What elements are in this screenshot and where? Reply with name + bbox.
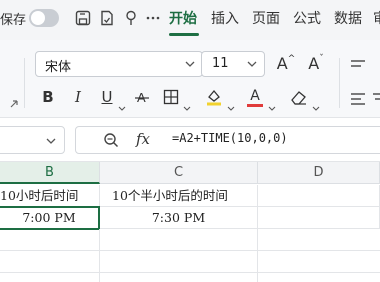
grid-line [257, 229, 258, 282]
fx-icon[interactable]: fx [136, 130, 150, 148]
column-header-d[interactable]: D [258, 162, 380, 184]
align-left-icon[interactable] [350, 88, 366, 110]
font-color-swatch [247, 103, 263, 107]
ribbon-divider [24, 58, 25, 108]
fill-color-icon[interactable] [205, 86, 223, 108]
ribbon: 宋体 11 A ^ A ˇ B I U A [0, 40, 380, 118]
font-color-button[interactable]: A [246, 86, 264, 108]
ribbon-expand-icon[interactable] [9, 94, 19, 113]
font-name-value: 宋体 [45, 60, 72, 75]
formula-text[interactable]: =A2+TIME(10,0,0) [172, 131, 288, 145]
chevron-down-icon [185, 61, 195, 67]
save-icon[interactable] [73, 8, 93, 28]
column-header-c[interactable]: C [100, 162, 258, 184]
formula-bar: fx =A2+TIME(10,0,0) [0, 118, 380, 162]
more-icon[interactable] [143, 8, 163, 28]
column-header-b[interactable]: B [0, 162, 100, 184]
align-center-icon[interactable] [372, 88, 380, 110]
font-color-label: A [250, 87, 260, 104]
tab-home[interactable]: 开始 [169, 10, 197, 28]
ribbon-divider [339, 58, 340, 108]
tab-data[interactable]: 数据 [334, 10, 362, 28]
autosave-toggle[interactable] [29, 9, 59, 27]
tab-review[interactable]: 审 [373, 10, 380, 28]
table-row [0, 229, 380, 251]
font-size-select[interactable]: 11 [201, 51, 265, 77]
underline-dropdown-icon[interactable] [118, 96, 126, 115]
cell-d1[interactable] [258, 185, 380, 207]
borders-icon[interactable] [162, 86, 180, 108]
increase-font-size-button[interactable]: A ^ [275, 52, 297, 74]
font-size-value: 11 [212, 56, 229, 71]
underline-button[interactable]: U [98, 86, 116, 108]
table-row [0, 251, 380, 273]
spreadsheet-grid: B C D 10小时后时间 10个半小时后的时间 7:30 PM 7:00 PM [0, 162, 380, 282]
cell-b1[interactable]: 10小时后时间 [0, 185, 100, 207]
format-painter-icon[interactable] [121, 8, 141, 28]
name-box[interactable] [0, 126, 65, 154]
tab-page[interactable]: 页面 [252, 10, 280, 28]
cell-c1[interactable]: 10个半小时后的时间 [100, 185, 258, 207]
file-output-icon[interactable] [97, 8, 117, 28]
toggle-knob [31, 11, 45, 25]
fill-color-dropdown-icon[interactable] [227, 96, 235, 115]
shrink-arrow-icon: ˇ [319, 54, 324, 64]
chevron-down-icon [46, 138, 56, 144]
italic-button[interactable]: I [70, 86, 86, 108]
clear-dropdown-icon[interactable] [312, 96, 320, 115]
cell-d2[interactable] [258, 207, 380, 229]
decrease-font-size-button[interactable]: A ˇ [305, 52, 327, 74]
zoom-search-icon[interactable] [103, 132, 119, 152]
tab-formulas[interactable]: 公式 [293, 10, 321, 28]
chevron-down-icon [247, 61, 257, 67]
grid-line [99, 229, 100, 282]
font-name-select[interactable]: 宋体 [35, 51, 203, 77]
strikethrough-icon[interactable]: A [132, 86, 152, 108]
grow-font-label: A [276, 53, 288, 73]
cell-c2[interactable]: 7:30 PM [100, 207, 258, 229]
title-tab-bar: 保存 开始 插入 页面 公式 数据 审 [0, 0, 380, 40]
grow-arrow-icon: ^ [287, 54, 296, 64]
tab-insert[interactable]: 插入 [211, 10, 239, 28]
shrink-font-label: A [308, 53, 320, 73]
align-top-icon[interactable] [350, 54, 366, 76]
borders-dropdown-icon[interactable] [183, 96, 191, 115]
active-tab-indicator [169, 33, 199, 36]
autosave-label: 保存 [0, 13, 27, 28]
bold-button[interactable]: B [40, 86, 56, 108]
cell-b2-selected[interactable]: 7:00 PM [0, 206, 100, 230]
font-color-dropdown-icon[interactable] [268, 96, 276, 115]
underline-label: U [101, 88, 113, 106]
eraser-icon[interactable] [289, 86, 309, 108]
